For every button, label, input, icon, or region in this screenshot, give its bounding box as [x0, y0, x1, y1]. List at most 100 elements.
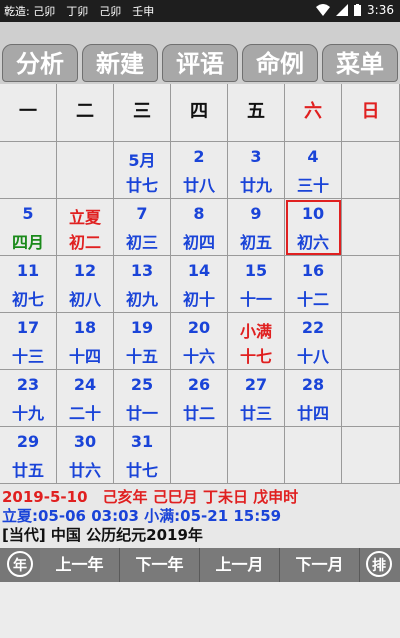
blank-area [0, 582, 400, 638]
lunar-day: 廿六 [68, 461, 101, 480]
calendar-cell-bg [342, 256, 400, 313]
lunar-day: 廿三 [239, 404, 272, 423]
calendar-day[interactable]: 26 廿二 [171, 370, 228, 427]
calendar-cell-bg [0, 142, 57, 199]
calendar-day[interactable]: 19 十五 [114, 313, 171, 370]
calendar-day[interactable]: 30 廿六 [57, 427, 114, 484]
calendar-day[interactable]: 22 十八 [285, 313, 342, 370]
calendar-day[interactable]: 2 廿八 [171, 142, 228, 199]
calendar-day[interactable]: 12 初八 [57, 256, 114, 313]
tab-analyze[interactable]: 分析 [2, 44, 78, 82]
calendar-day[interactable]: 5月廿七 [114, 142, 171, 199]
tab-new[interactable]: 新建 [82, 44, 158, 82]
calendar-day[interactable]: 立夏 初二 [57, 199, 114, 256]
day-number: 31 [130, 432, 154, 451]
calendar-day-selected[interactable]: 10 初六 [285, 199, 342, 256]
next-year-button[interactable]: 下一年 [120, 548, 200, 582]
calendar-day[interactable]: 小满 十七 [228, 313, 285, 370]
bazi-summary: 乾造: 己卯 丁卯 己卯 壬申 [4, 5, 155, 18]
year-circle-button[interactable]: 年 [7, 551, 33, 577]
calendar-day[interactable]: 15 十一 [228, 256, 285, 313]
weekday-header: 六 [285, 84, 342, 142]
prev-year-button[interactable]: 上一年 [40, 548, 120, 582]
day-number: 18 [73, 318, 97, 337]
calendar-day[interactable]: 3 廿九 [228, 142, 285, 199]
lunar-day: 十四 [68, 347, 101, 366]
day-number: 5月 [128, 151, 156, 170]
calendar-cell-bg [285, 427, 342, 484]
day-number: 7 [136, 204, 148, 223]
calendar-day[interactable]: 8 初四 [171, 199, 228, 256]
lunar-day: 十三 [11, 347, 44, 366]
day-number: 27 [244, 375, 268, 394]
weekday-header: 四 [171, 84, 228, 142]
calendar-day[interactable]: 31 廿七 [114, 427, 171, 484]
lunar-day: 廿七 [125, 176, 158, 195]
lunar-day: 初九 [125, 290, 158, 309]
weekday-header: 日 [342, 84, 400, 142]
day-number: 26 [187, 375, 211, 394]
era-line: [当代] 中国 公历纪元2019年 [2, 526, 203, 544]
calendar-day[interactable]: 27 廿三 [228, 370, 285, 427]
day-number: 16 [301, 261, 325, 280]
day-number: 立夏 [68, 208, 101, 227]
calendar-day[interactable]: 24 二十 [57, 370, 114, 427]
lunar-day: 三十 [296, 176, 329, 195]
arrange-circle-button[interactable]: 排 [366, 551, 392, 577]
calendar-day[interactable]: 16 十二 [285, 256, 342, 313]
day-number: 12 [73, 261, 97, 280]
weekday-header: 三 [114, 84, 171, 142]
day-number: 9 [250, 204, 262, 223]
prev-month-button[interactable]: 上一月 [200, 548, 280, 582]
day-number: 小满 [239, 322, 272, 341]
calendar-day[interactable]: 14 初十 [171, 256, 228, 313]
calendar-cell-bg [57, 142, 114, 199]
calendar-cell-bg [171, 427, 228, 484]
calendar-day[interactable]: 13 初九 [114, 256, 171, 313]
lunar-day: 初三 [125, 233, 158, 252]
lunar-day: 四月 [11, 233, 44, 252]
calendar-day[interactable]: 17 十三 [0, 313, 57, 370]
lunar-day: 初七 [11, 290, 44, 309]
next-month-button[interactable]: 下一月 [280, 548, 360, 582]
day-number: 3 [250, 147, 262, 166]
day-number: 22 [301, 318, 325, 337]
calendar-cell-bg [342, 199, 400, 256]
day-number: 20 [187, 318, 211, 337]
tab-menu[interactable]: 菜单 [322, 44, 398, 82]
calendar-day[interactable]: 7 初三 [114, 199, 171, 256]
lunar-day: 二十 [68, 404, 101, 423]
calendar-day[interactable]: 23 十九 [0, 370, 57, 427]
lunar-day: 十九 [11, 404, 44, 423]
calendar-day[interactable]: 9 初五 [228, 199, 285, 256]
lunar-day: 十一 [239, 290, 272, 309]
calendar-day[interactable]: 28 廿四 [285, 370, 342, 427]
calendar-day[interactable]: 11 初七 [0, 256, 57, 313]
lunar-day: 十七 [239, 347, 272, 366]
solar-terms-line: 立夏:05-06 03:03 小满:05-21 15:59 [2, 507, 282, 525]
lunar-day: 十五 [125, 347, 158, 366]
tab-cases[interactable]: 命例 [242, 44, 318, 82]
lunar-day: 十八 [296, 347, 329, 366]
lunar-day: 初五 [239, 233, 272, 252]
lunar-day: 初八 [68, 290, 101, 309]
calendar-day[interactable]: 29 廿五 [0, 427, 57, 484]
day-number: 2 [193, 147, 205, 166]
wifi-icon [316, 4, 331, 16]
calendar-cell-bg [342, 370, 400, 427]
calendar-cell-bg [228, 427, 285, 484]
lunar-day: 十二 [296, 290, 329, 309]
weekday-header: 一 [0, 84, 57, 142]
tab-comments[interactable]: 评语 [162, 44, 238, 82]
status-bar: 乾造: 己卯 丁卯 己卯 壬申 3:36 [0, 0, 400, 22]
calendar-day[interactable]: 18 十四 [57, 313, 114, 370]
day-number: 8 [193, 204, 205, 223]
calendar-day[interactable]: 4 三十 [285, 142, 342, 199]
day-number: 15 [244, 261, 268, 280]
lunar-day: 廿八 [182, 176, 215, 195]
calendar-day[interactable]: 25 廿一 [114, 370, 171, 427]
calendar-day[interactable]: 5 四月 [0, 199, 57, 256]
day-number: 13 [130, 261, 154, 280]
calendar-day[interactable]: 20 十六 [171, 313, 228, 370]
day-number: 5 [22, 204, 34, 223]
